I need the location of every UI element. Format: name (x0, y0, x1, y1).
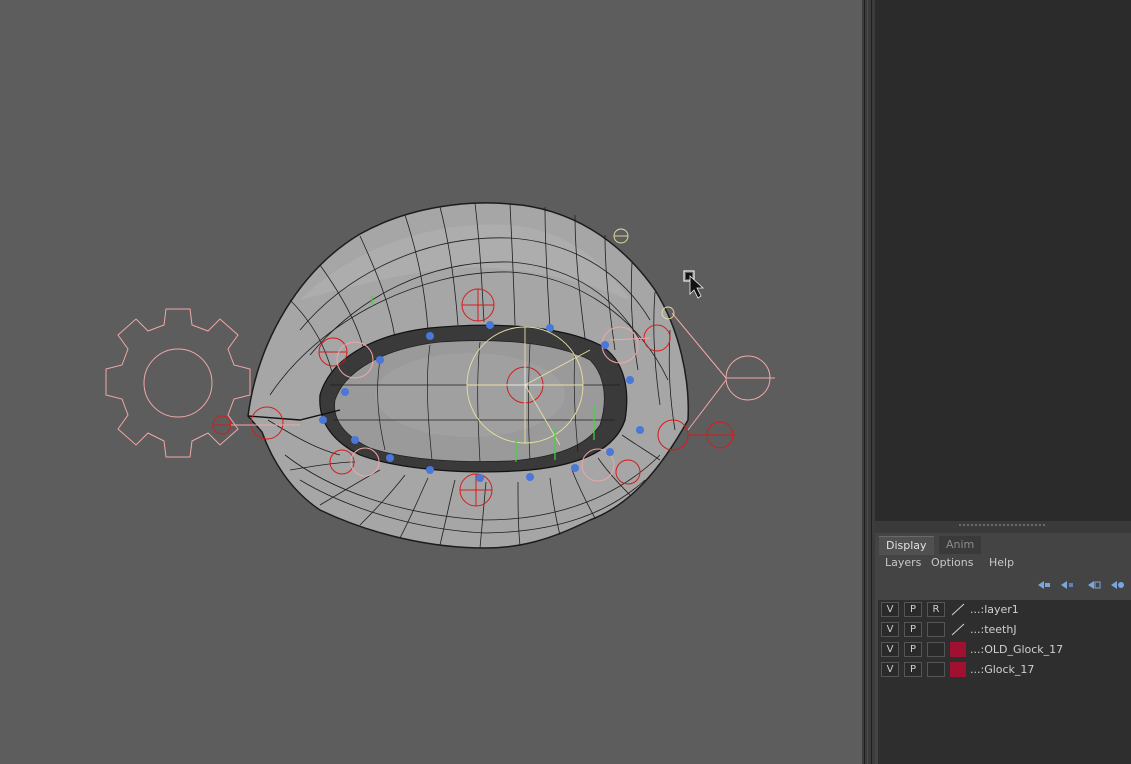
playback-toggle[interactable]: P (904, 642, 922, 657)
move-layer-down-icon[interactable] (1059, 578, 1075, 592)
layer-row[interactable]: V P ...:OLD_Glock_17 (878, 640, 1131, 660)
layer-editor-resize-handle[interactable] (875, 521, 1131, 533)
display-type-toggle[interactable] (927, 622, 945, 637)
viewport-scene[interactable] (0, 0, 862, 764)
display-type-toggle[interactable] (927, 662, 945, 677)
layer-row[interactable]: V P ...:teethJ (878, 620, 1131, 640)
layer-color-swatch[interactable] (950, 642, 966, 657)
layer-name[interactable]: ...:teethJ (970, 623, 1017, 636)
menu-options[interactable]: Options (931, 556, 973, 569)
layer-color-swatch[interactable] (950, 602, 966, 617)
layer-list: V P R ...:layer1 V P ...:teethJ V P ...:… (878, 600, 1131, 764)
mouse-cursor-icon (683, 270, 705, 299)
layer-row[interactable]: V P ...:Glock_17 (878, 660, 1131, 680)
display-type-toggle[interactable] (927, 642, 945, 657)
layer-editor-menubar: Layers Options Help (875, 555, 1131, 573)
visibility-toggle[interactable]: V (881, 602, 899, 617)
layer-name[interactable]: ...:layer1 (970, 603, 1019, 616)
playback-toggle[interactable]: P (904, 622, 922, 637)
layer-editor-tabs: Display Anim (875, 536, 1131, 555)
menu-help[interactable]: Help (989, 556, 1014, 569)
layer-editor: Display Anim Layers Options Help V P R .… (875, 533, 1131, 764)
playback-toggle[interactable]: P (904, 602, 922, 617)
layer-color-swatch[interactable] (950, 662, 966, 677)
panel-splitter[interactable] (862, 0, 875, 764)
layer-name[interactable]: ...:OLD_Glock_17 (970, 643, 1063, 656)
channel-box-area (875, 0, 1131, 521)
tab-anim[interactable]: Anim (939, 536, 982, 554)
layer-color-swatch[interactable] (950, 622, 966, 637)
gear-controller-icon[interactable] (105, 308, 251, 458)
3d-viewport[interactable] (0, 0, 862, 764)
tab-display[interactable]: Display (879, 536, 934, 555)
menu-layers[interactable]: Layers (885, 556, 921, 569)
layer-row[interactable]: V P R ...:layer1 (878, 600, 1131, 620)
move-layer-up-icon[interactable] (1036, 578, 1052, 592)
new-empty-layer-icon[interactable] (1086, 578, 1102, 592)
new-layer-selected-icon[interactable] (1109, 578, 1125, 592)
layer-toolbar (875, 575, 1131, 595)
display-type-toggle[interactable]: R (927, 602, 945, 617)
layer-name[interactable]: ...:Glock_17 (970, 663, 1034, 676)
visibility-toggle[interactable]: V (881, 642, 899, 657)
visibility-toggle[interactable]: V (881, 622, 899, 637)
playback-toggle[interactable]: P (904, 662, 922, 677)
visibility-toggle[interactable]: V (881, 662, 899, 677)
